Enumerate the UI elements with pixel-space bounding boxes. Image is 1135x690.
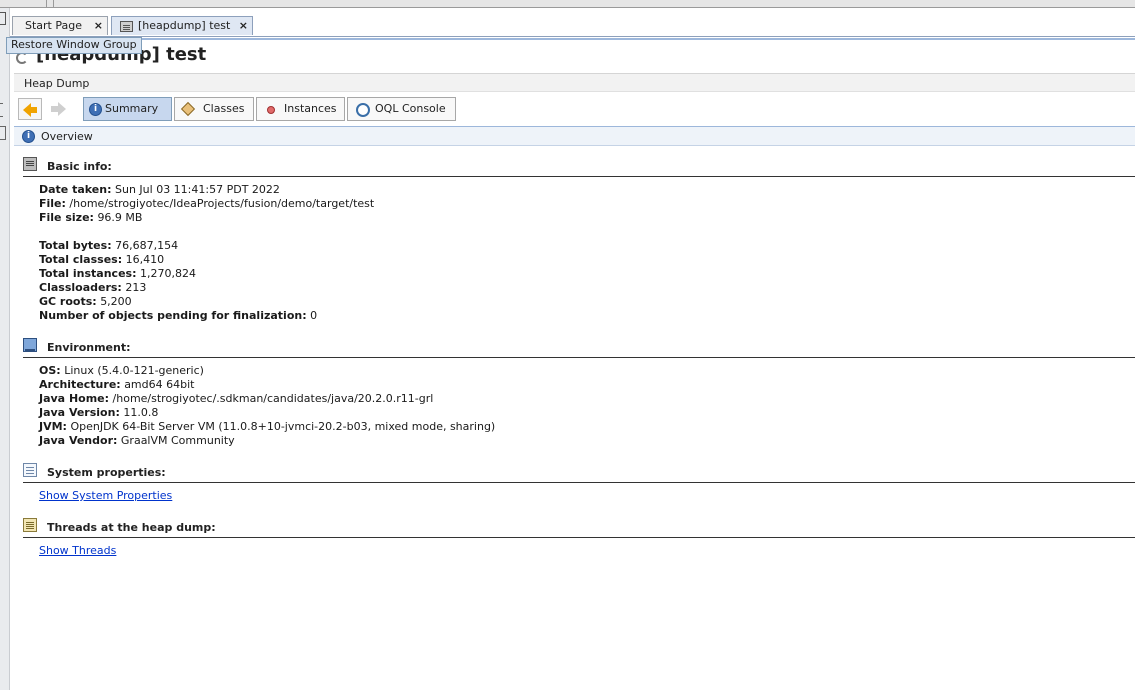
env-row: JVM: OpenJDK 64-Bit Server VM (11.0.8+10… — [39, 420, 496, 433]
instances-icon — [267, 106, 275, 114]
info-row: Total bytes: 76,687,154 — [39, 239, 179, 252]
tooltip: Restore Window Group — [6, 37, 142, 54]
section-title: System properties: — [47, 466, 166, 479]
instances-button[interactable]: Instances — [256, 97, 345, 121]
window-icon[interactable] — [0, 12, 6, 25]
show-threads-link[interactable]: Show Threads — [39, 544, 116, 558]
threads-section-header: Threads at the heap dump: — [23, 518, 1135, 538]
heapdump-icon — [120, 21, 133, 32]
oql-console-button[interactable]: OQL Console — [347, 97, 456, 121]
info-icon: i — [22, 130, 35, 143]
view-subtitle: Heap Dump — [14, 73, 1135, 92]
threads-icon — [23, 518, 37, 532]
forward-button[interactable] — [46, 98, 70, 120]
overview-header: i Overview — [14, 126, 1135, 146]
info-icon: i — [89, 103, 102, 116]
overview-label: Overview — [41, 130, 93, 143]
info-row: File: /home/strogiyotec/IdeaProjects/fus… — [39, 197, 375, 210]
info-row: Classloaders: 213 — [39, 281, 147, 294]
editor-tab-bar: Start Page × [heapdump] test × — [10, 14, 1135, 37]
back-button[interactable] — [18, 98, 42, 120]
section-title: Environment: — [47, 341, 131, 354]
document-header: [heapdump] test — [10, 38, 1135, 72]
memory-chip-icon — [23, 157, 37, 171]
top-strip — [0, 0, 1135, 8]
arrow-right-icon — [58, 102, 66, 116]
gutter-panel-icon[interactable] — [0, 126, 6, 140]
section-title: Basic info: — [47, 160, 112, 173]
summary-label: Summary — [105, 102, 159, 115]
info-row: GC roots: 5,200 — [39, 295, 132, 308]
environment-section-header: Environment: — [23, 338, 1135, 358]
properties-icon — [23, 463, 37, 477]
classes-label: Classes — [203, 102, 245, 115]
close-icon[interactable]: × — [94, 17, 103, 35]
view-toolbar: i Summary Classes Instances OQL Console — [14, 96, 1135, 124]
tab-label: Start Page — [25, 19, 82, 32]
oql-label: OQL Console — [375, 102, 446, 115]
basic-info-section-header: Basic info: — [23, 157, 1135, 177]
show-system-properties-link[interactable]: Show System Properties — [39, 489, 172, 503]
tab-heapdump-test[interactable]: [heapdump] test × — [111, 16, 253, 35]
left-gutter — [0, 8, 10, 690]
info-row: File size: 96.9 MB — [39, 211, 143, 224]
instances-label: Instances — [284, 102, 337, 115]
env-row: OS: Linux (5.4.0-121-generic) — [39, 364, 204, 377]
system-properties-section-header: System properties: — [23, 463, 1135, 483]
info-row: Total classes: 16,410 — [39, 253, 165, 266]
oql-icon — [356, 103, 370, 117]
close-icon[interactable]: × — [239, 17, 248, 35]
computer-icon — [23, 338, 37, 352]
info-row: Number of objects pending for finalizati… — [39, 309, 318, 322]
env-row: Java Vendor: GraalVM Community — [39, 434, 235, 447]
tab-start-page[interactable]: Start Page × — [12, 16, 108, 35]
section-title: Threads at the heap dump: — [47, 521, 216, 534]
info-row: Total instances: 1,270,824 — [39, 267, 196, 280]
env-row: Architecture: amd64 64bit — [39, 378, 195, 391]
gutter-marker-icon — [0, 103, 3, 117]
tab-label: [heapdump] test — [138, 19, 231, 32]
env-row: Java Home: /home/strogiyotec/.sdkman/can… — [39, 392, 434, 405]
classes-icon — [180, 101, 196, 117]
env-row: Java Version: 11.0.8 — [39, 406, 159, 419]
summary-button[interactable]: i Summary — [83, 97, 172, 121]
classes-button[interactable]: Classes — [174, 97, 254, 121]
info-row: Date taken: Sun Jul 03 11:41:57 PDT 2022 — [39, 183, 280, 196]
